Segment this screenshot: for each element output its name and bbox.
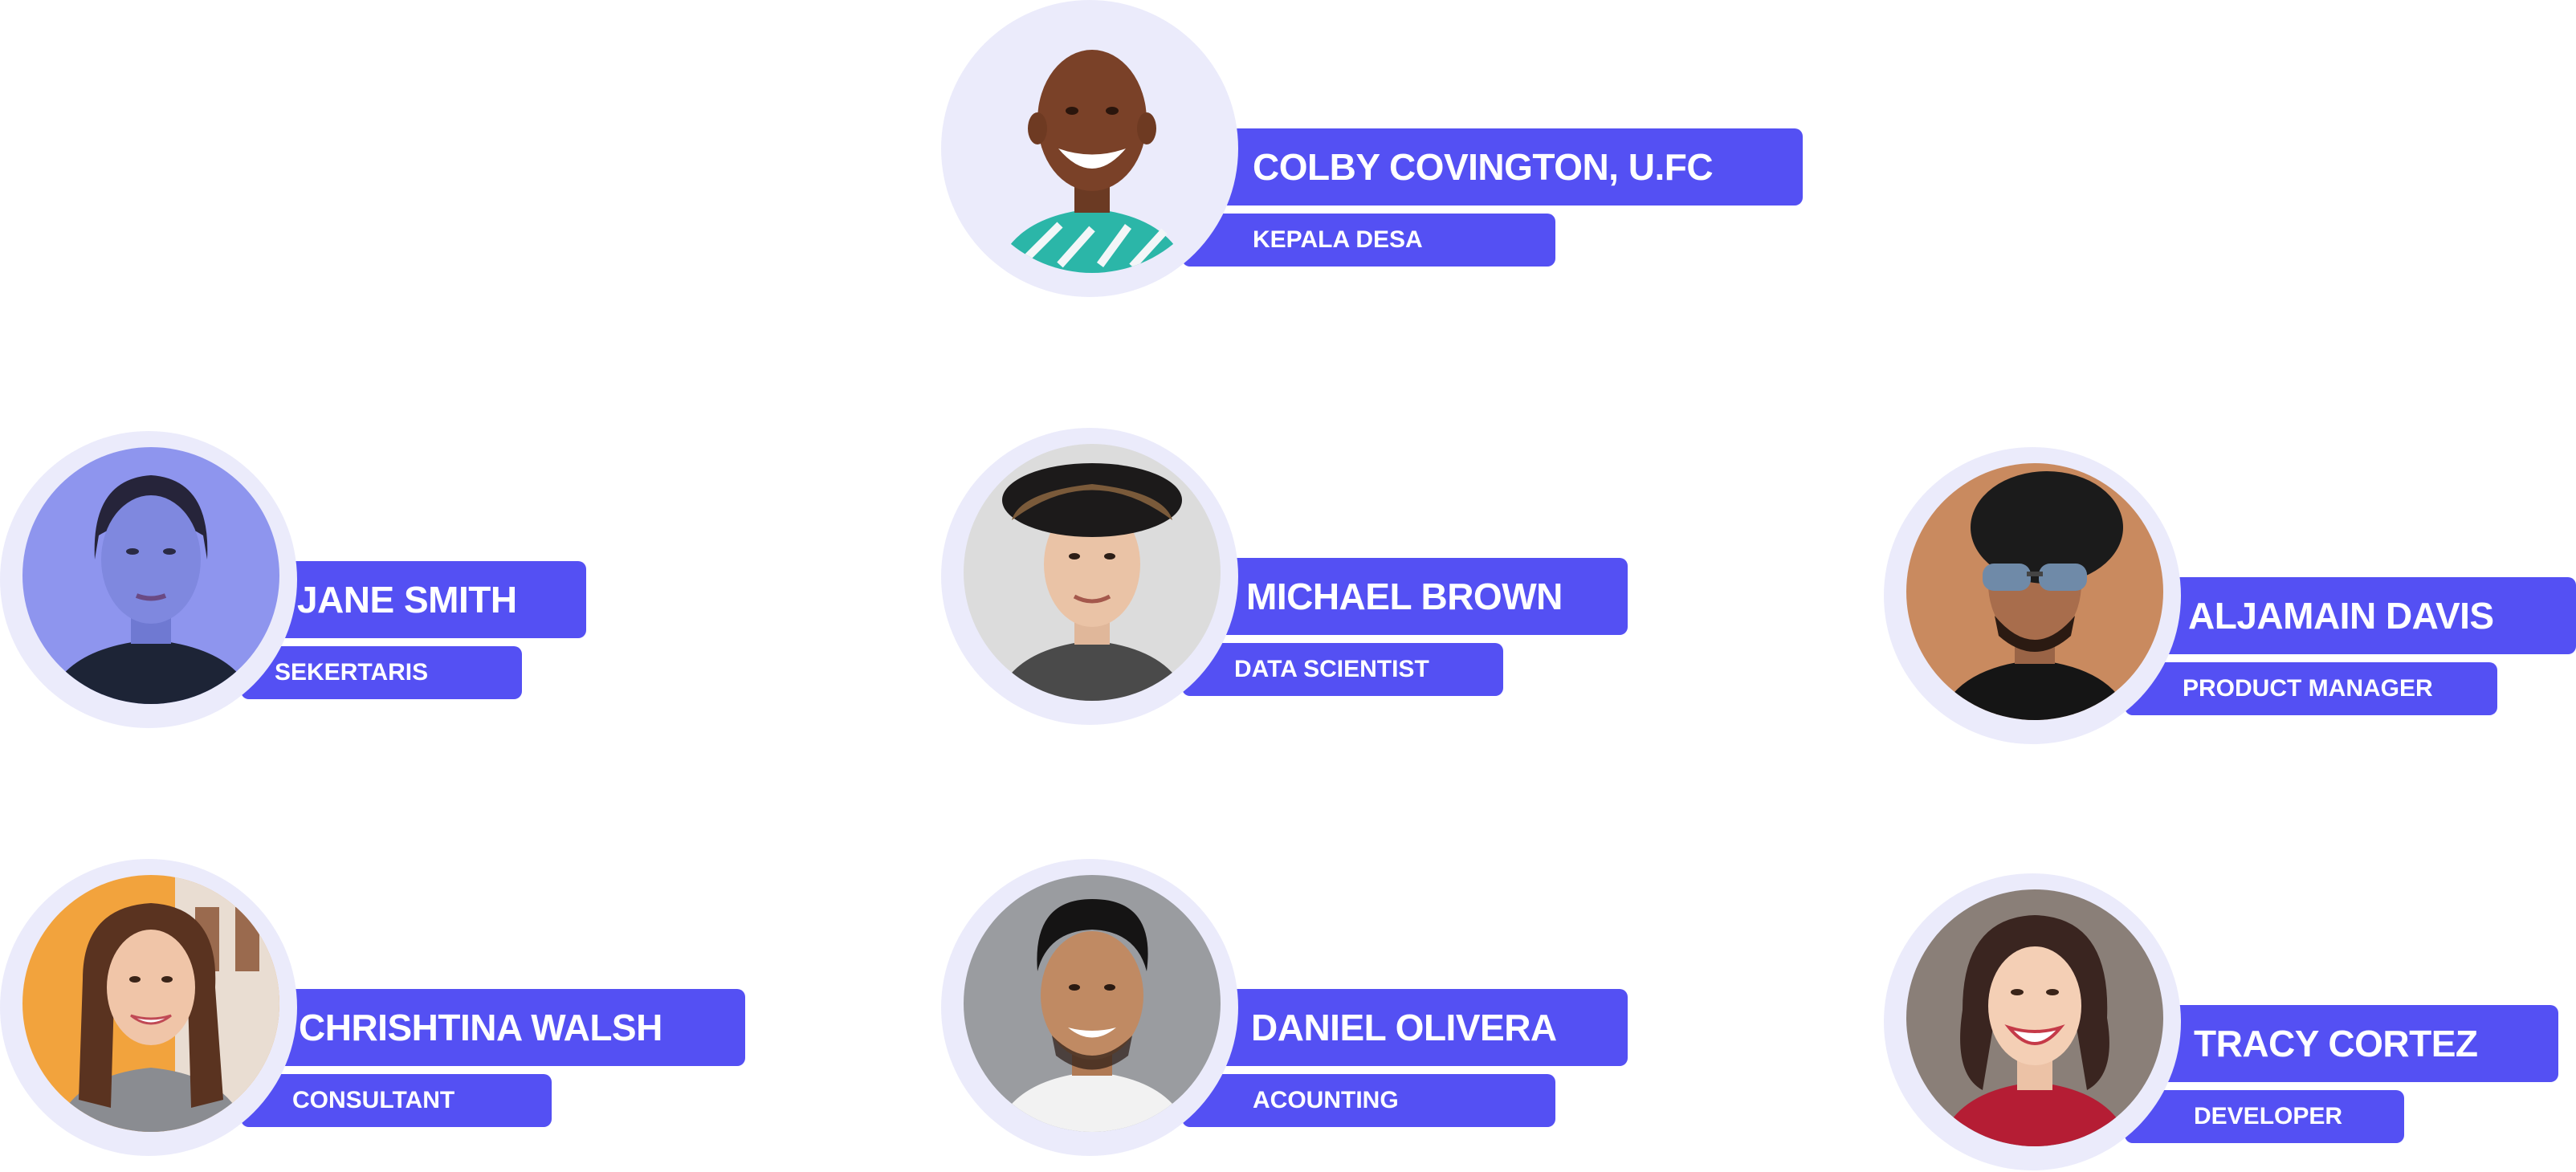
avatar-photo <box>1906 889 2163 1146</box>
avatar-ring <box>0 431 297 728</box>
avatar-ring <box>0 859 297 1156</box>
avatar-portrait-icon <box>22 875 279 1132</box>
member-name: TRACY CORTEZ <box>2125 1005 2558 1082</box>
member-role: CONSULTANT <box>241 1074 552 1127</box>
avatar-portrait-icon <box>1906 463 2163 720</box>
member-name: ALJAMAIN DAVIS <box>2125 577 2576 654</box>
avatar-ring <box>1884 873 2181 1170</box>
member-name: COLBY COVINGTON, U.FC <box>1182 128 1803 206</box>
avatar-ring <box>941 428 1238 725</box>
avatar-photo <box>1906 463 2163 720</box>
member-role: KEPALA DESA <box>1182 214 1555 267</box>
avatar-ring <box>941 0 1238 297</box>
member-role: SEKERTARIS <box>241 646 522 699</box>
avatar-photo <box>22 447 279 704</box>
avatar-photo <box>964 16 1221 273</box>
avatar-ring <box>1884 447 2181 744</box>
avatar-portrait-icon <box>22 447 279 704</box>
avatar-photo <box>964 875 1221 1132</box>
member-role: PRODUCT MANAGER <box>2125 662 2497 715</box>
avatar-portrait-icon <box>964 875 1221 1132</box>
avatar-photo <box>964 444 1221 701</box>
member-name: MICHAEL BROWN <box>1182 558 1628 635</box>
member-role: DEVELOPER <box>2125 1090 2404 1143</box>
member-role: ACOUNTING <box>1182 1074 1555 1127</box>
member-name: DANIEL OLIVERA <box>1182 989 1628 1066</box>
member-name: CHRISHTINA WALSH <box>241 989 745 1066</box>
avatar-portrait-icon <box>964 444 1221 701</box>
member-role: DATA SCIENTIST <box>1182 643 1503 696</box>
avatar-photo <box>22 875 279 1132</box>
avatar-ring <box>941 859 1238 1156</box>
avatar-portrait-icon <box>1906 889 2163 1146</box>
avatar-portrait-icon <box>964 16 1221 273</box>
